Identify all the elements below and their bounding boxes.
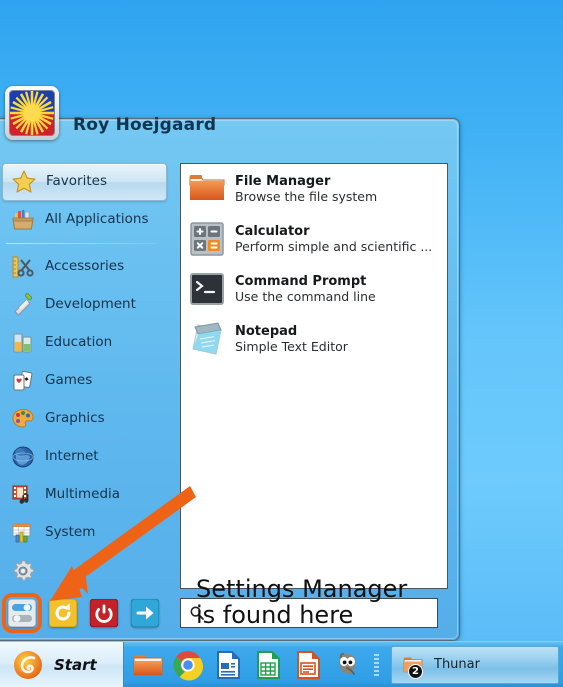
sidebar-item-favorites[interactable]: Favorites — [2, 163, 167, 201]
sidebar-separator — [6, 243, 157, 244]
writer-icon[interactable] — [212, 649, 244, 681]
sidebar-item-label: All Applications — [45, 211, 149, 228]
sidebar-item-accessories[interactable]: Accessories — [2, 248, 167, 286]
user-name: Roy Hoejgaard — [73, 115, 217, 135]
shutdown-button[interactable] — [89, 598, 119, 628]
terminal-icon — [187, 269, 227, 309]
app-description: Browse the file system — [235, 189, 378, 205]
app-name: File Manager — [235, 173, 331, 189]
calc-icon[interactable] — [252, 649, 284, 681]
app-description: Use the command line — [235, 289, 376, 305]
task-count-badge: 2 — [408, 663, 423, 679]
sidebar-item-label: Internet — [45, 448, 99, 465]
sidebar-item-label: Multimedia — [45, 486, 121, 503]
logout-button[interactable] — [130, 598, 160, 628]
sidebar-item-label: Accessories — [45, 258, 125, 275]
start-button[interactable]: Start — [0, 642, 124, 687]
sidebar-item-games[interactable]: Games — [2, 362, 167, 400]
app-name: Command Prompt — [235, 273, 367, 289]
annotation-line-2: is found here — [196, 600, 354, 629]
beakers-icon — [10, 330, 36, 356]
application-menu-panel: Roy Hoejgaard Favorites All Applications… — [0, 86, 460, 641]
sidebar-item-system[interactable] — [2, 552, 167, 590]
app-description: Simple Text Editor — [235, 339, 348, 355]
launcher-area — [124, 642, 389, 687]
sidebar-item-office[interactable]: System — [2, 514, 167, 552]
calculator-icon — [187, 219, 227, 259]
film-music-icon — [10, 482, 36, 508]
sidebar-item-label: Development — [45, 296, 136, 313]
list-item[interactable]: Notepad Simple Text Editor — [181, 314, 447, 364]
settings-manager-button[interactable] — [2, 593, 42, 633]
app-name: Calculator — [235, 223, 310, 239]
philippine-sun-flag-icon — [10, 91, 54, 135]
impress-icon[interactable] — [292, 649, 324, 681]
gimp-wilber-icon[interactable] — [332, 649, 364, 681]
task-list: 2 Thunar — [389, 642, 563, 687]
globe-icon — [10, 444, 36, 470]
xfce-mouse-icon — [12, 649, 44, 681]
folder-icon[interactable] — [132, 649, 164, 681]
menu-sidebar: Favorites All Applications Accessories D… — [2, 163, 167, 590]
start-label: Start — [54, 655, 97, 674]
sidebar-item-label: System — [45, 524, 96, 541]
list-item[interactable]: File Manager Browse the file system — [181, 164, 447, 214]
avatar[interactable] — [5, 86, 59, 140]
list-item[interactable]: Calculator Perform simple and scientific… — [181, 214, 447, 264]
task-button-thunar[interactable]: 2 Thunar — [391, 645, 559, 684]
toolbox-icon — [10, 207, 36, 233]
restart-button[interactable] — [48, 598, 78, 628]
menu-header: Roy Hoejgaard — [5, 77, 216, 149]
trowel-icon — [10, 292, 36, 318]
notepad-icon — [187, 319, 227, 359]
sidebar-item-label: Education — [45, 334, 113, 351]
sidebar-item-all-applications[interactable]: All Applications — [2, 201, 167, 239]
sidebar-item-internet[interactable]: Internet — [2, 438, 167, 476]
folder-icon: 2 — [402, 654, 424, 679]
app-description: Perform simple and scientific ... — [235, 239, 433, 255]
annotation-line-1: Settings Manager — [196, 575, 408, 603]
app-name: Notepad — [235, 323, 298, 339]
star-icon — [11, 169, 37, 195]
sidebar-item-label: Favorites — [46, 173, 107, 190]
application-list: File Manager Browse the file system Calc… — [180, 163, 448, 589]
taskbar: Start 2 Thunar — [0, 641, 563, 687]
task-label: Thunar — [434, 657, 480, 672]
sidebar-item-education[interactable]: Education — [2, 324, 167, 362]
spreadsheet-chart-icon — [10, 520, 36, 546]
annotation-text: Settings Manager is found here — [196, 575, 446, 629]
gear-icon — [10, 558, 36, 584]
playing-cards-icon — [10, 368, 36, 394]
list-item[interactable]: Command Prompt Use the command line — [181, 264, 447, 314]
sidebar-item-label: Games — [45, 372, 93, 389]
menu-action-buttons — [2, 593, 160, 633]
panel-handle[interactable] — [374, 653, 379, 676]
folder-icon — [187, 169, 227, 209]
sidebar-item-graphics[interactable]: Graphics — [2, 400, 167, 438]
ruler-scissors-icon — [10, 254, 36, 280]
sidebar-item-label: Graphics — [45, 410, 105, 427]
paint-palette-icon — [10, 406, 36, 432]
sidebar-item-multimedia[interactable]: Multimedia — [2, 476, 167, 514]
sidebar-item-development[interactable]: Development — [2, 286, 167, 324]
chrome-icon[interactable] — [172, 649, 204, 681]
